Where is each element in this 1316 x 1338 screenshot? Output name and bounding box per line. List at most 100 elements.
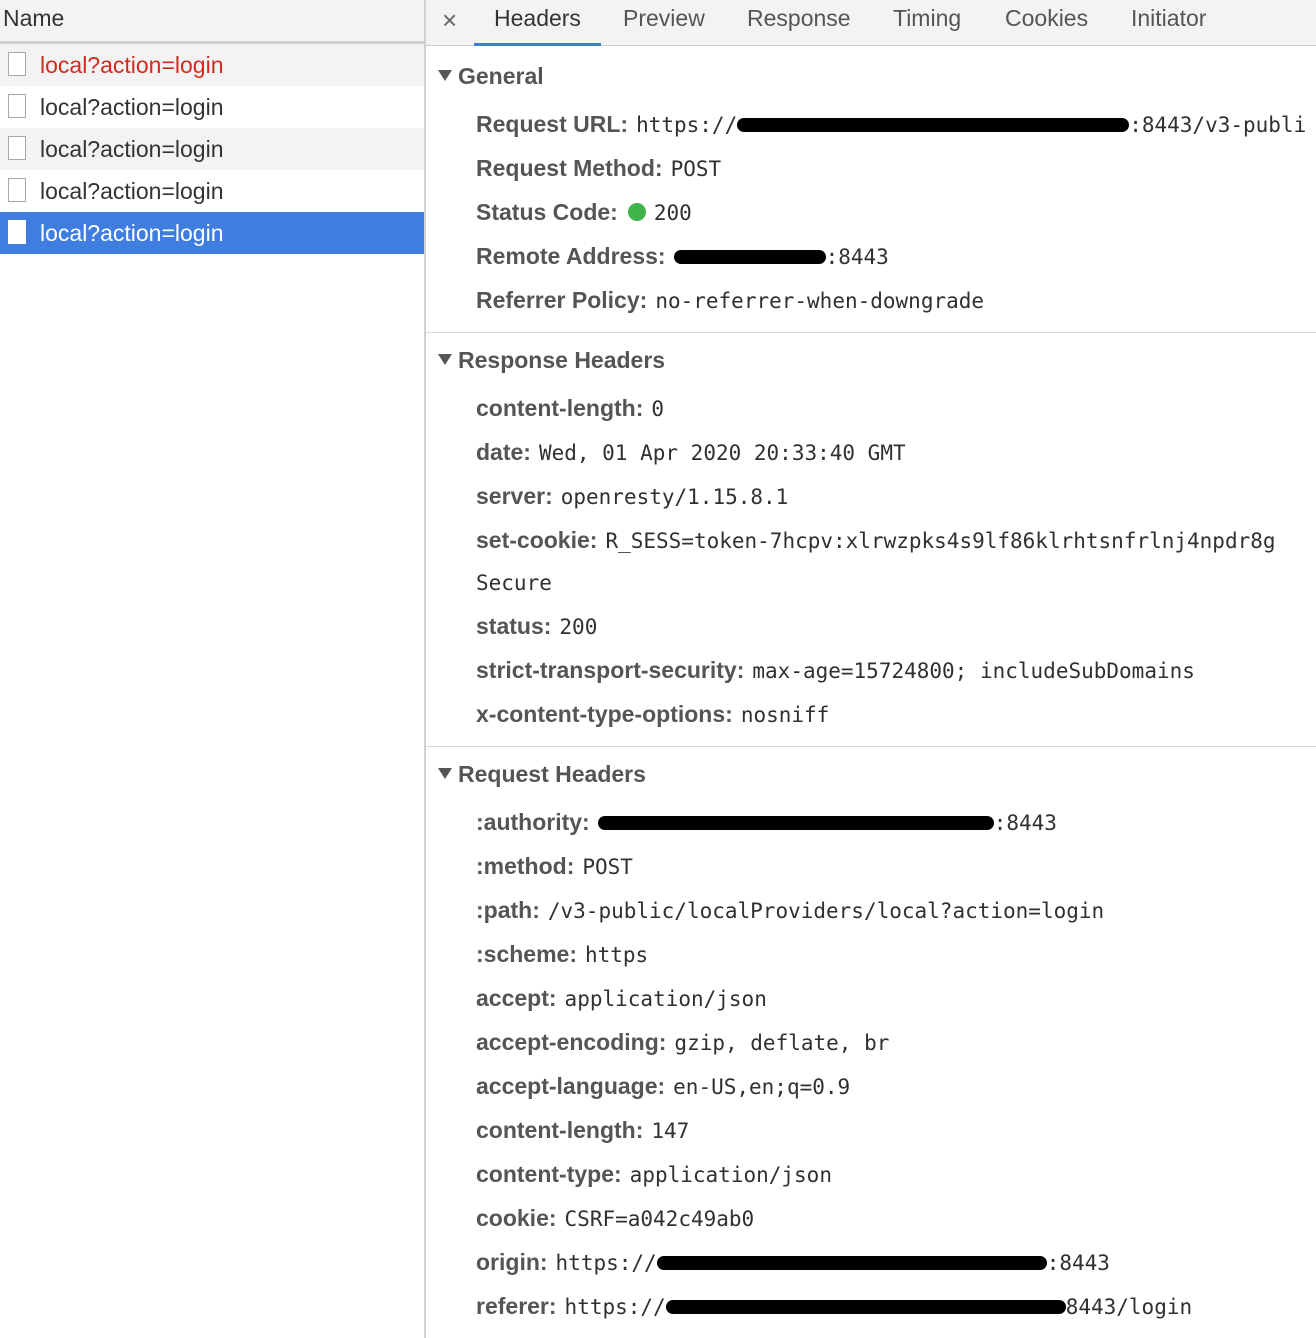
document-icon [8, 94, 26, 118]
tab-cookies[interactable]: Cookies [1005, 0, 1088, 46]
request-row[interactable]: local?action=login [0, 86, 424, 128]
tab-headers[interactable]: Headers [474, 0, 601, 46]
section-request-headers-header[interactable]: Request Headers [438, 759, 646, 789]
request-row-selected[interactable]: local?action=login [0, 212, 424, 254]
section-title: Request Headers [458, 761, 646, 787]
header-row: content-length: 0 [476, 393, 664, 423]
header-row: content-type: application/json [476, 1159, 832, 1189]
header-row: x-content-type-options: nosniff [476, 699, 829, 729]
header-key: :path: [476, 897, 540, 923]
header-row: Status Code: 200 [476, 197, 692, 227]
tab-timing[interactable]: Timing [893, 0, 961, 46]
details-tab-bar: × Headers Preview Response Timing Cookie… [426, 0, 1316, 46]
header-row: date: Wed, 01 Apr 2020 20:33:40 GMT [476, 437, 906, 467]
header-value: gzip, deflate, br [674, 1031, 890, 1055]
request-name: local?action=login [40, 178, 224, 204]
redacted-mark [665, 1300, 1066, 1314]
header-key: Remote Address: [476, 243, 666, 269]
header-key: set-cookie: [476, 527, 598, 553]
header-value: https://:8443 [555, 1251, 1110, 1275]
header-value: https://8443/login [564, 1295, 1193, 1319]
collapse-triangle-icon [438, 70, 452, 82]
name-column-header[interactable]: Name [0, 0, 424, 44]
header-key: accept-language: [476, 1073, 666, 1099]
header-row: :authority::8443 [476, 807, 1057, 837]
header-value: en-US,en;q=0.9 [673, 1075, 851, 1099]
header-key: content-length: [476, 1117, 644, 1143]
header-key: content-length: [476, 395, 644, 421]
header-row-continuation: Secure [476, 567, 552, 597]
header-value: https [584, 943, 649, 967]
header-value: nosniff [740, 703, 830, 727]
tab-initiator[interactable]: Initiator [1131, 0, 1206, 46]
section-response-headers-header[interactable]: Response Headers [438, 345, 665, 375]
collapse-triangle-icon [438, 768, 452, 780]
header-row: Request Method: POST [476, 153, 721, 183]
header-key: accept-encoding: [476, 1029, 667, 1055]
tab-preview[interactable]: Preview [623, 0, 705, 46]
header-row: origin: https://:8443 [476, 1247, 1110, 1277]
header-value: application/json [629, 1163, 832, 1187]
header-key: cookie: [476, 1205, 557, 1231]
section-title: General [458, 63, 544, 89]
header-key: strict-transport-security: [476, 657, 745, 683]
status-ok-icon [627, 202, 646, 221]
header-key: date: [476, 439, 531, 465]
header-key: Request Method: [476, 155, 663, 181]
header-value: 200 [653, 201, 692, 225]
header-row: Request URL: https://:8443/v3-publi [476, 109, 1306, 139]
header-row: accept-encoding: gzip, deflate, br [476, 1027, 889, 1057]
document-icon [8, 220, 26, 244]
header-key: accept: [476, 985, 557, 1011]
header-row: Referrer Policy: no-referrer-when-downgra… [476, 285, 984, 315]
header-row: status: 200 [476, 611, 597, 641]
redacted-mark [737, 118, 1130, 132]
header-value: POST [582, 855, 633, 879]
request-list: local?action=login local?action=login lo… [0, 44, 424, 254]
header-value: Secure [476, 571, 552, 595]
request-name: local?action=login [40, 136, 224, 162]
header-row: :path: /v3-public/localProviders/local?ac… [476, 895, 1104, 925]
header-value: no-referrer-when-downgrade [655, 289, 985, 313]
header-value: 147 [651, 1119, 690, 1143]
header-key: content-type: [476, 1161, 622, 1187]
header-row: set-cookie: R_SESS=token-7hcpv:xlrwzpks4s… [476, 525, 1276, 555]
request-name: local?action=login [40, 94, 224, 120]
header-key: origin: [476, 1249, 548, 1275]
section-divider [426, 332, 1316, 333]
header-row: referer: https://8443/login [476, 1291, 1192, 1321]
header-row: strict-transport-security: max-age=157248… [476, 655, 1195, 685]
redacted-mark [597, 816, 994, 830]
section-general-header[interactable]: General [438, 61, 544, 91]
close-icon[interactable]: × [442, 2, 457, 38]
header-key: Request URL: [476, 111, 629, 137]
request-row[interactable]: local?action=login [0, 170, 424, 212]
section-divider [426, 746, 1316, 747]
header-key: status: [476, 613, 552, 639]
header-row: accept-language: en-US,en;q=0.9 [476, 1071, 850, 1101]
header-value: 0 [651, 397, 665, 421]
header-row: server: openresty/1.15.8.1 [476, 481, 788, 511]
header-value: 200 [559, 615, 598, 639]
header-key: :method: [476, 853, 575, 879]
tab-response[interactable]: Response [747, 0, 851, 46]
header-value: CSRF=a042c49ab0 [564, 1207, 755, 1231]
collapse-triangle-icon [438, 354, 452, 366]
header-key: :authority: [476, 809, 590, 835]
header-row: content-length: 147 [476, 1115, 689, 1145]
request-list-panel: Name local?action=login local?action=log… [0, 0, 424, 1338]
request-row[interactable]: local?action=login [0, 128, 424, 170]
redacted-mark [656, 1256, 1047, 1270]
request-details-panel: × Headers Preview Response Timing Cookie… [426, 0, 1316, 1338]
header-value: application/json [564, 987, 767, 1011]
section-title: Response Headers [458, 347, 666, 373]
header-key: :scheme: [476, 941, 577, 967]
header-key: Status Code: [476, 199, 618, 225]
request-row[interactable]: local?action=login [0, 44, 424, 86]
redacted-mark [673, 250, 826, 264]
header-value: POST [670, 157, 722, 181]
request-name: local?action=login [40, 52, 224, 78]
header-value: R_SESS=token-7hcpv:xlrwzpks4s9lf86klrhts… [605, 529, 1276, 553]
header-value: /v3-public/localProviders/local?action=l… [547, 899, 1105, 923]
header-row: Remote Address::8443 [476, 241, 889, 271]
